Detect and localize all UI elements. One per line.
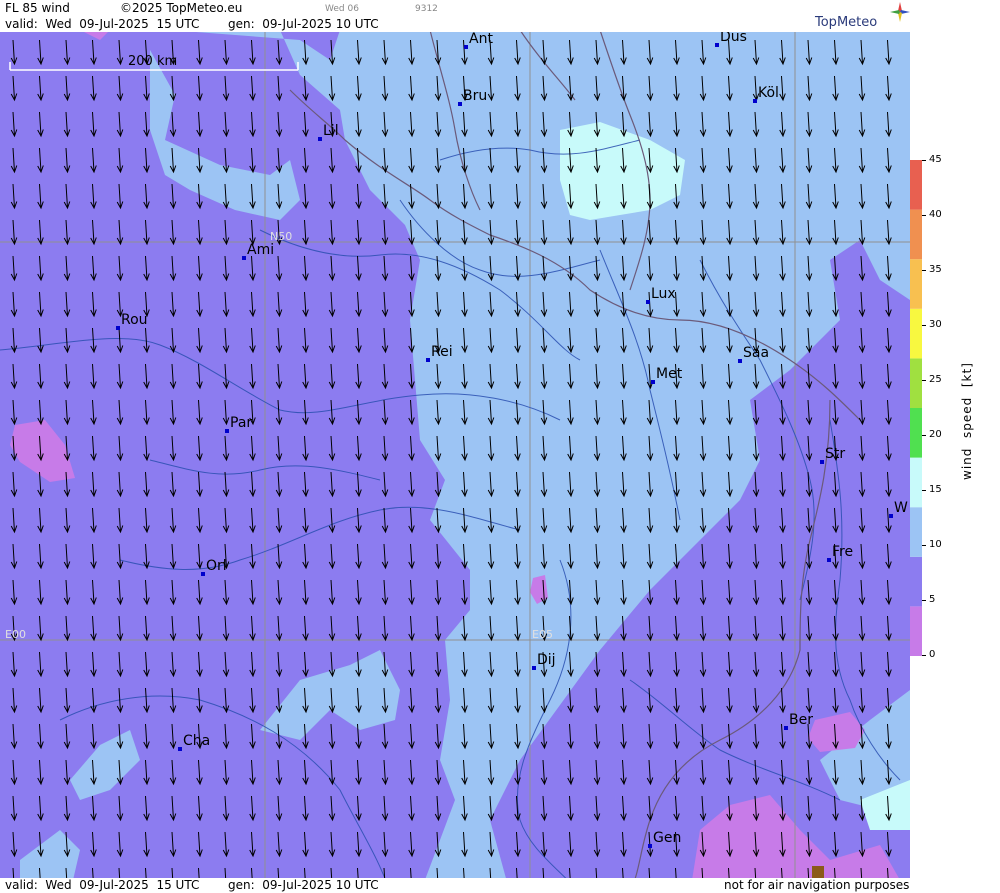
city-marker-gen xyxy=(648,844,652,848)
legend-band-5-10 xyxy=(910,556,922,607)
city-label-par[interactable]: Par xyxy=(230,415,252,431)
legend-band-40-45 xyxy=(910,209,922,260)
city-marker-ant xyxy=(464,45,468,49)
legend-tick-mark xyxy=(922,600,926,601)
city-label-cha[interactable]: Cha xyxy=(183,733,210,749)
legend-band-0-5 xyxy=(910,606,922,656)
city-label-gen[interactable]: Gen xyxy=(653,830,681,846)
legend-tick-mark xyxy=(922,490,926,491)
run-code: 9312 xyxy=(415,4,438,14)
city-marker-saa xyxy=(738,359,742,363)
city-marker-par xyxy=(225,429,229,433)
legend-tick-mark xyxy=(922,270,926,271)
city-marker-kol xyxy=(753,99,757,103)
legend-band-30-35 xyxy=(910,308,922,359)
legend-tick-label: 25 xyxy=(929,374,942,385)
legend-tick-label: 35 xyxy=(929,264,942,275)
city-marker-cha xyxy=(178,747,182,751)
legend-band-15-20 xyxy=(910,457,922,508)
legend-tick-label: 30 xyxy=(929,319,942,330)
city-marker-orl xyxy=(201,572,205,576)
legend-band-45-50 xyxy=(910,160,922,210)
map-canvas: N50 E00 E05 200 km Ant DüsBru KölLilAmiLux… xyxy=(0,0,910,893)
scale-bar-label: 200 km xyxy=(128,54,177,69)
city-marker-dij xyxy=(532,666,536,670)
legend-tick-mark xyxy=(922,160,926,161)
generated-time: gen: 09-Jul-2025 10 UTC xyxy=(228,17,379,31)
city-marker-str xyxy=(820,460,824,464)
city-label-rou[interactable]: Rou xyxy=(121,312,148,328)
city-label-fre[interactable]: Fre xyxy=(832,544,853,560)
legend-tick-mark xyxy=(922,215,926,216)
legend-tick-mark xyxy=(922,435,926,436)
day-tab[interactable]: Wed 06 xyxy=(325,4,359,14)
footer-valid-time: valid: Wed 09-Jul-2025 15 UTC xyxy=(5,878,200,892)
city-label-orl[interactable]: Orl xyxy=(206,558,227,574)
legend-tick-label: 45 xyxy=(929,154,942,165)
legend-title: wind speed [kt] xyxy=(960,362,974,480)
legend-tick-mark xyxy=(922,655,926,656)
city-label-lil[interactable]: Lil xyxy=(323,123,339,139)
city-marker-met xyxy=(651,380,655,384)
header-bar: FL 85 wind ©2025 TopMeteo.eu Wed 06 9312… xyxy=(0,0,910,32)
wind-map[interactable]: N50 E00 E05 200 km Ant Düs Bru Köl Lil Ami Lux… xyxy=(0,0,910,893)
legend-tick-label: 0 xyxy=(929,649,936,660)
legend-tick-label: 10 xyxy=(929,539,942,550)
brand-name[interactable]: TopMeteo xyxy=(815,16,877,30)
city-marker-dus xyxy=(715,43,719,47)
city-marker-bru xyxy=(458,102,462,106)
city-marker-ami xyxy=(242,256,246,260)
lon-label-e05: E05 xyxy=(532,628,553,641)
color-scale-bar xyxy=(910,160,922,656)
city-marker-w xyxy=(889,514,893,518)
product-title: FL 85 wind xyxy=(5,1,70,15)
legend-tick-label: 20 xyxy=(929,429,942,440)
city-marker-fre xyxy=(827,558,831,562)
footer-generated-time: gen: 09-Jul-2025 10 UTC xyxy=(228,878,379,892)
city-label-lux[interactable]: Lux xyxy=(651,286,676,302)
city-label-w[interactable]: W xyxy=(894,500,908,516)
city-label-dij[interactable]: Dij xyxy=(537,652,556,668)
city-label-kol[interactable]: Köl xyxy=(758,85,779,101)
legend-tick-label: 40 xyxy=(929,209,942,220)
legend-tick-label: 15 xyxy=(929,484,942,495)
city-label-ami[interactable]: Ami xyxy=(247,242,274,258)
legend-panel: 45 40 35 30 25 20 15 10 5 0 xyxy=(910,0,1000,893)
terrain-patch xyxy=(812,866,824,878)
city-label-ant[interactable]: Ant xyxy=(469,31,493,47)
valid-time: valid: Wed 09-Jul-2025 15 UTC xyxy=(5,17,200,31)
copyright-text: ©2025 TopMeteo.eu xyxy=(120,1,243,15)
lon-label-e00: E00 xyxy=(5,628,26,641)
legend-band-35-40 xyxy=(910,259,922,309)
legend-band-20-25 xyxy=(910,408,922,458)
disclaimer: not for air navigation purposes xyxy=(724,878,910,892)
city-marker-lux xyxy=(646,300,650,304)
city-label-bru[interactable]: Bru xyxy=(463,88,487,104)
city-marker-rou xyxy=(116,326,120,330)
city-label-met[interactable]: Met xyxy=(656,366,683,382)
city-label-saa[interactable]: Saa xyxy=(743,345,769,361)
legend-band-25-30 xyxy=(910,358,922,408)
legend-tick-mark xyxy=(922,545,926,546)
legend-band-10-15 xyxy=(910,507,922,557)
city-marker-lil xyxy=(318,137,322,141)
city-label-str[interactable]: Str xyxy=(825,446,845,462)
compass-logo-icon xyxy=(890,2,910,22)
legend-tick-mark xyxy=(922,325,926,326)
city-label-ber[interactable]: Ber xyxy=(789,712,813,728)
legend-tick-label: 5 xyxy=(929,594,936,605)
city-marker-ber xyxy=(784,726,788,730)
city-label-rei[interactable]: Rei xyxy=(431,344,453,360)
city-marker-rei xyxy=(426,358,430,362)
legend-tick-mark xyxy=(922,380,926,381)
footer-bar: valid: Wed 09-Jul-2025 15 UTC gen: 09-Ju… xyxy=(0,878,910,893)
